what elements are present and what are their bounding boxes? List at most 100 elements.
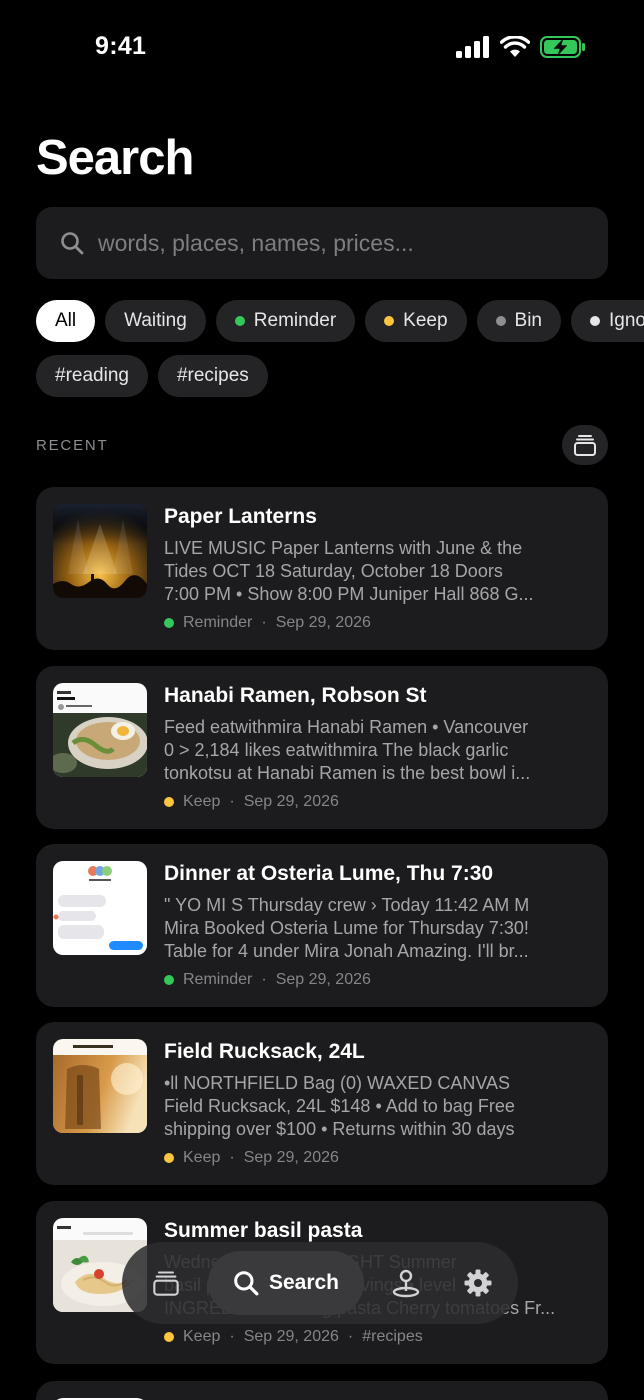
item-status: Keep <box>183 793 221 810</box>
ramen-thumbnail <box>53 683 147 777</box>
separator: · <box>261 614 267 631</box>
page-title: Search <box>36 131 194 185</box>
filter-chip-keep[interactable]: Keep <box>365 300 467 342</box>
tab-settings[interactable] <box>456 1251 500 1315</box>
status-dot-icon <box>164 618 174 628</box>
separator: · <box>347 1328 354 1345</box>
filter-row-status: All Waiting Reminder Keep Bin Ignore <box>36 300 644 342</box>
search-icon <box>61 232 84 255</box>
list-item[interactable]: Field Rucksack, 24L •ll NORTHFIELD Bag (0… <box>36 1022 608 1185</box>
item-status: Reminder <box>183 614 253 631</box>
item-preview: •ll NORTHFIELD Bag (0) WAXED CANVAS Field… <box>164 1072 584 1141</box>
status-dot-icon <box>384 316 395 326</box>
stack-view-button[interactable] <box>562 425 608 465</box>
separator: · <box>229 1328 235 1345</box>
chip-label: Waiting <box>124 310 187 331</box>
separator: · <box>229 793 235 810</box>
item-meta: Keep · Sep 29, 2026 · #recipes <box>164 1328 423 1346</box>
item-meta: Keep · Sep 29, 2026 <box>164 793 339 811</box>
item-preview-line: Field Rucksack, 24L $148 • Add to bag Fr… <box>164 1096 515 1116</box>
item-preview-line: shipping over $100 • Returns within 30 d… <box>164 1119 515 1139</box>
item-title: Summer basil pasta <box>164 1219 363 1242</box>
search-field[interactable] <box>36 207 608 279</box>
item-date: Sep 29, 2026 <box>243 1328 339 1345</box>
tag-chip-reading[interactable]: #reading <box>36 355 148 397</box>
item-preview: " YO MI S Thursday crew › Today 11:42 AM… <box>164 894 584 963</box>
item-preview-line: Feed eatwithmira Hanabi Ramen • Vancouve… <box>164 717 529 737</box>
list-item[interactable] <box>36 1381 608 1400</box>
item-status: Keep <box>183 1328 221 1345</box>
item-title: Field Rucksack, 24L <box>164 1040 365 1063</box>
status-dot-icon <box>164 975 174 985</box>
chip-label: Ignore <box>609 310 644 331</box>
chip-label: All <box>55 310 77 331</box>
item-date: Sep 29, 2026 <box>275 971 371 988</box>
item-preview-line: Tides OCT 18 Saturday, October 18 Doors <box>164 561 503 581</box>
status-bar: 9:41 <box>0 0 644 96</box>
tag-chip-recipes[interactable]: #recipes <box>157 355 268 397</box>
tab-search[interactable]: Search <box>208 1251 364 1315</box>
chip-label: Reminder <box>253 310 337 331</box>
chip-label: #recipes <box>176 365 249 386</box>
concert-thumbnail <box>53 504 147 598</box>
gear-icon <box>464 1269 492 1297</box>
item-status: Keep <box>183 1149 221 1166</box>
wifi-icon <box>500 36 530 57</box>
item-date: Sep 29, 2026 <box>275 614 371 631</box>
item-preview-line: 7:00 PM • Show 8:00 PM Juniper Hall 868 … <box>164 584 534 604</box>
item-preview-line: Mira Booked Osteria Lume for Thursday 7:… <box>164 918 529 938</box>
search-input[interactable] <box>98 229 558 257</box>
tab-bar: Search <box>122 1242 518 1324</box>
filter-chips: All Waiting Reminder Keep Bin Ignore #reading… <box>36 300 644 410</box>
filter-chip-bin[interactable]: Bin <box>476 300 561 342</box>
tab-stack[interactable] <box>144 1251 188 1315</box>
status-dot-icon <box>234 316 245 326</box>
rucksack-thumbnail <box>53 1039 147 1133</box>
separator: · <box>229 1149 235 1166</box>
item-status: Reminder <box>183 971 253 988</box>
list-item[interactable]: Dinner at Osteria Lume, Thu 7:30 " YO MI … <box>36 844 608 1007</box>
stack-icon <box>153 1271 179 1296</box>
list-item[interactable]: Hanabi Ramen, Robson St Feed eatwithmira … <box>36 666 608 829</box>
filter-row-tags: #reading #recipes <box>36 355 644 397</box>
item-hashtag: #recipes <box>362 1328 423 1345</box>
separator: · <box>261 971 267 988</box>
recent-section-label: RECENT <box>36 437 109 454</box>
battery-charging-icon <box>540 36 585 58</box>
item-title: Hanabi Ramen, Robson St <box>164 684 427 707</box>
item-preview-line: " YO MI S Thursday crew › Today 11:42 AM… <box>164 895 530 915</box>
item-preview-line: LIVE MUSIC Paper Lanterns with June & th… <box>164 538 523 558</box>
item-preview: LIVE MUSIC Paper Lanterns with June & th… <box>164 537 584 606</box>
filter-chip-ignore[interactable]: Ignore <box>571 300 644 342</box>
chip-label: Bin <box>514 310 542 331</box>
item-preview-line: Table for 4 under Mira Jonah Amazing. I'… <box>164 941 529 961</box>
status-dot-icon <box>164 797 174 807</box>
status-dot-icon <box>164 1332 174 1342</box>
list-item[interactable]: Paper Lanterns LIVE MUSIC Paper Lanterns … <box>36 487 608 650</box>
status-dot-icon <box>590 316 600 326</box>
cellular-signal-icon <box>456 36 489 58</box>
map-pin-icon <box>392 1269 420 1298</box>
status-dot-icon <box>495 316 506 326</box>
filter-chip-all[interactable]: All <box>36 300 96 342</box>
chip-label: #reading <box>55 365 129 386</box>
item-title: Dinner at Osteria Lume, Thu 7:30 <box>164 862 494 885</box>
filter-chip-reminder[interactable]: Reminder <box>215 300 356 342</box>
item-date: Sep 29, 2026 <box>243 1149 339 1166</box>
item-preview-line: 0 > 2,184 likes eatwithmira The black ga… <box>164 740 509 760</box>
item-meta: Reminder · Sep 29, 2026 <box>164 614 371 632</box>
item-date: Sep 29, 2026 <box>243 793 339 810</box>
item-preview: Feed eatwithmira Hanabi Ramen • Vancouve… <box>164 716 584 785</box>
status-icons <box>456 36 586 58</box>
item-meta: Reminder · Sep 29, 2026 <box>164 971 371 989</box>
item-meta: Keep · Sep 29, 2026 <box>164 1149 339 1167</box>
tab-map[interactable] <box>384 1251 428 1315</box>
tab-search-label: Search <box>268 1271 340 1294</box>
chip-label: Keep <box>403 310 448 331</box>
filter-chip-waiting[interactable]: Waiting <box>105 300 206 342</box>
stack-icon <box>574 435 596 456</box>
item-preview-line: tonkotsu at Hanabi Ramen is the best bow… <box>164 763 531 783</box>
item-title: Paper Lanterns <box>164 505 317 528</box>
status-time: 9:41 <box>95 32 147 60</box>
status-dot-icon <box>164 1153 174 1163</box>
